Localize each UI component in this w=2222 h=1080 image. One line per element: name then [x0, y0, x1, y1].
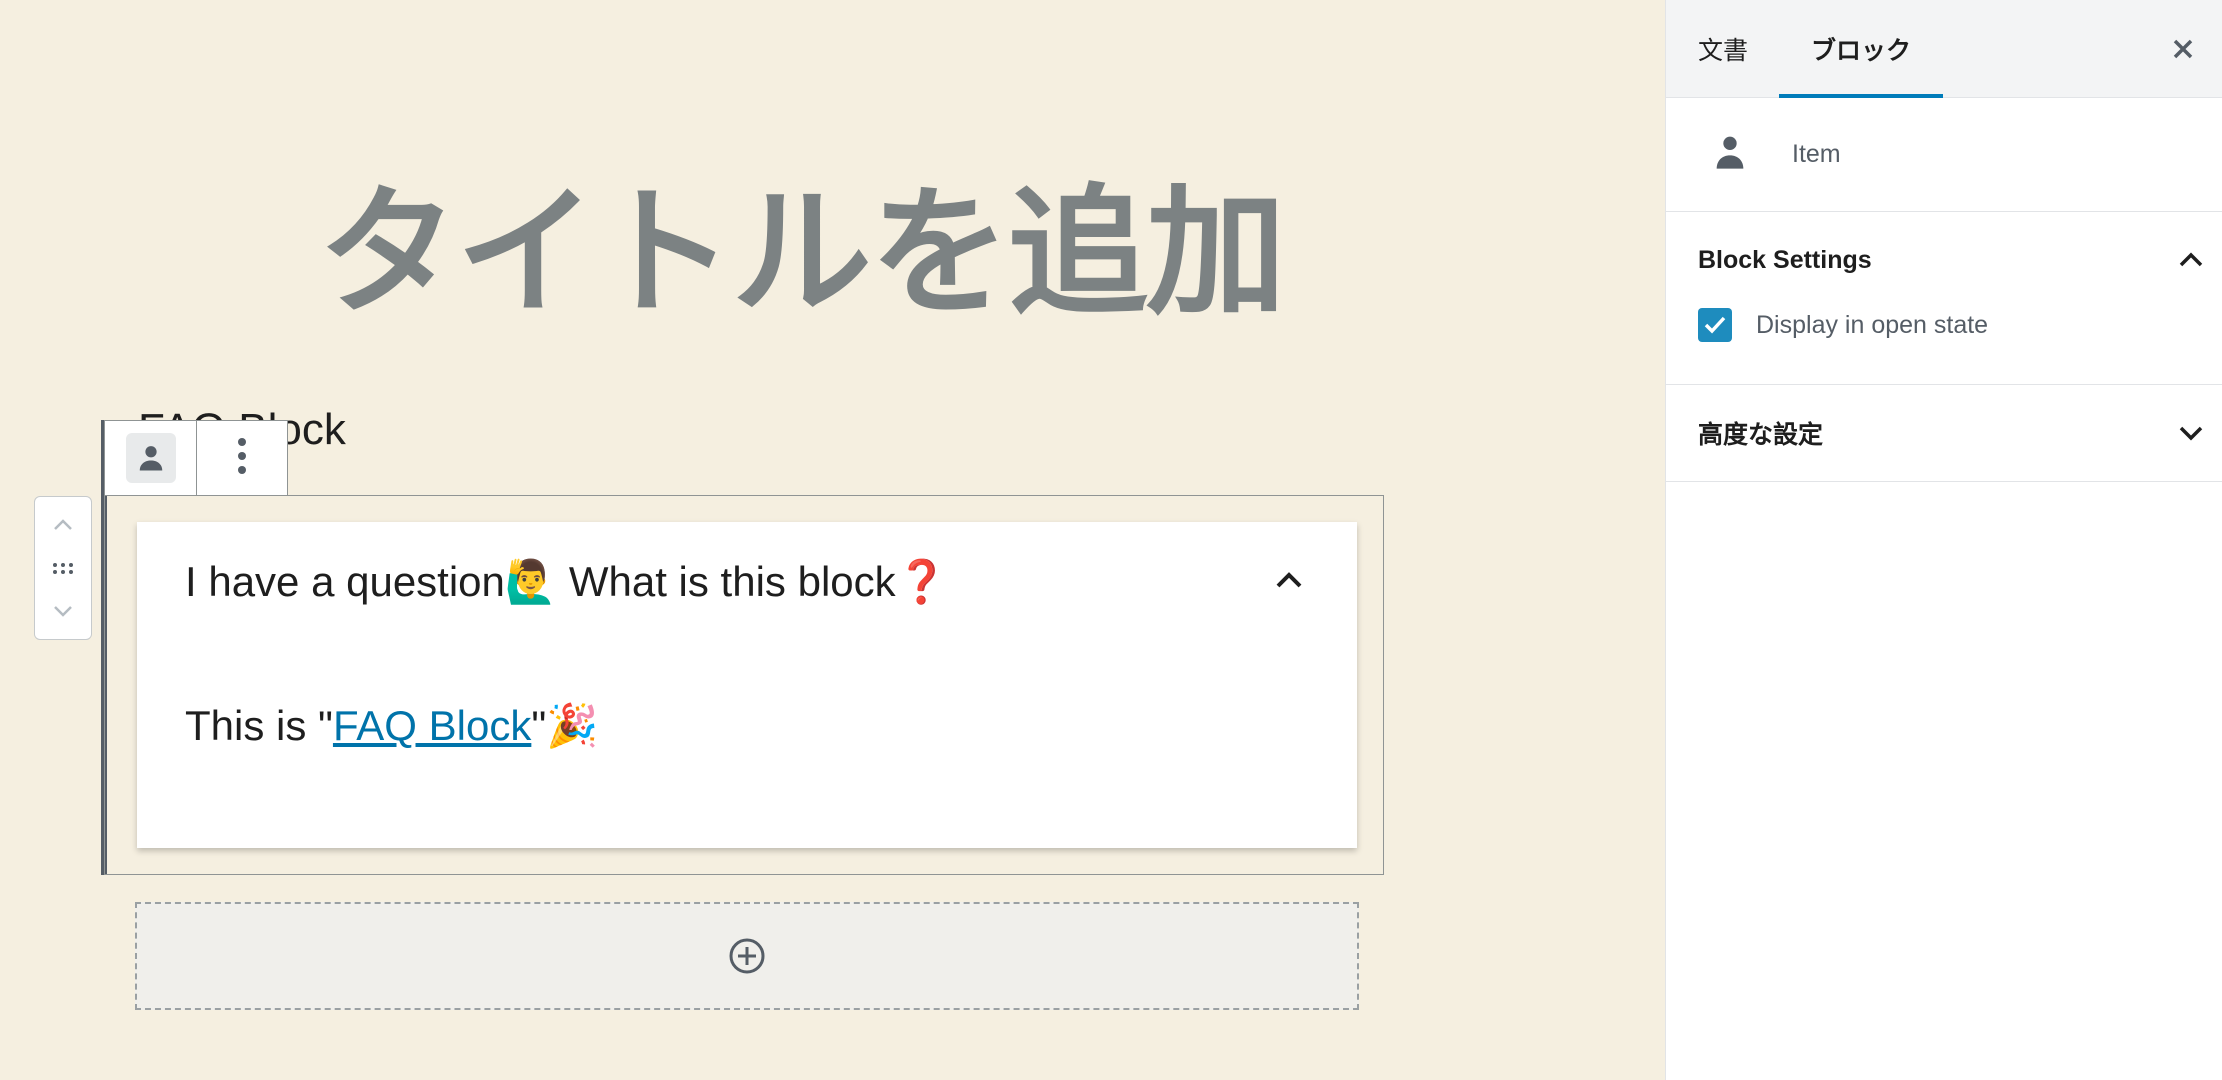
- add-circle-icon: [729, 938, 765, 974]
- close-sidebar-button[interactable]: [2164, 30, 2202, 68]
- drag-handle[interactable]: [48, 553, 78, 583]
- block-type-button[interactable]: [105, 421, 196, 495]
- faq-collapse-toggle[interactable]: [1269, 560, 1309, 600]
- panel-title: 高度な設定: [1698, 420, 1824, 449]
- user-icon: [1714, 134, 1746, 175]
- move-up-button[interactable]: [48, 510, 78, 540]
- settings-sidebar: 文書 ブロック Item Block Settings Display in o…: [1665, 0, 2222, 1080]
- post-title-input[interactable]: タイトルを追加: [318, 140, 1286, 342]
- answer-suffix: "🎉: [531, 702, 599, 749]
- user-icon: [125, 433, 176, 483]
- panel-title: Block Settings: [1698, 245, 1872, 274]
- close-icon: [2173, 39, 2193, 59]
- block-toolbar: [104, 420, 288, 495]
- faq-answer[interactable]: This is "FAQ Block"🎉: [185, 702, 599, 751]
- vertical-ellipsis-icon: [236, 436, 248, 481]
- editor-canvas: タイトルを追加 FAQ Block I have a question🙋‍♂️ …: [0, 0, 1665, 1080]
- chevron-up-icon: [1276, 572, 1302, 588]
- checkbox-label[interactable]: Display in open state: [1756, 311, 1988, 340]
- drag-dots-icon: [53, 562, 73, 574]
- faq-item[interactable]: I have a question🙋‍♂️ What is this block…: [137, 522, 1357, 848]
- block-settings-panel: Block Settings Display in open state: [1666, 212, 2222, 385]
- block-name: Item: [1792, 140, 1841, 168]
- block-settings-toggle[interactable]: Block Settings: [1666, 212, 2222, 308]
- advanced-panel: 高度な設定: [1666, 385, 2222, 482]
- advanced-toggle[interactable]: 高度な設定: [1666, 385, 2222, 481]
- open-state-option: Display in open state: [1698, 308, 2190, 342]
- checkmark-icon: [1704, 316, 1726, 334]
- answer-prefix: This is ": [185, 702, 333, 749]
- open-state-checkbox[interactable]: [1698, 308, 1732, 342]
- chevron-down-icon: [2179, 426, 2203, 441]
- tab-block[interactable]: ブロック: [1779, 0, 1943, 98]
- chevron-up-icon: [2179, 252, 2203, 267]
- chevron-down-icon: [54, 606, 72, 618]
- add-block-appender[interactable]: [135, 902, 1359, 1010]
- faq-block-link[interactable]: FAQ Block: [333, 702, 531, 749]
- sidebar-tabs: 文書 ブロック: [1666, 0, 2222, 98]
- move-down-button[interactable]: [48, 596, 78, 626]
- chevron-up-icon: [54, 518, 72, 530]
- tab-document[interactable]: 文書: [1698, 0, 1748, 98]
- more-options-button[interactable]: [196, 421, 287, 495]
- block-card: Item: [1666, 98, 2222, 212]
- block-mover: [34, 496, 92, 640]
- faq-question[interactable]: I have a question🙋‍♂️ What is this block…: [185, 558, 948, 607]
